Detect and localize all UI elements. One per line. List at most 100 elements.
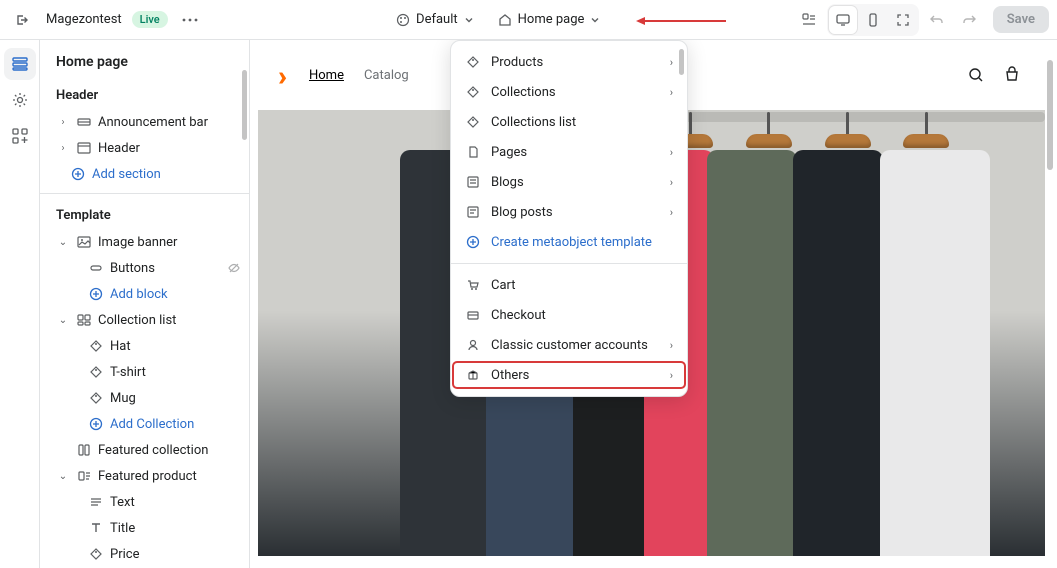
topbar: Magezontest Live Default Home page bbox=[0, 0, 1057, 40]
inspector-toggle-button[interactable] bbox=[795, 6, 823, 34]
sidebar-item-label: Buttons bbox=[110, 261, 221, 276]
undo-button[interactable] bbox=[923, 6, 951, 34]
dropdown-item-classic-customer-accounts[interactable]: Classic customer accounts › bbox=[451, 330, 687, 360]
featured-collection-icon bbox=[76, 442, 92, 458]
ellipsis-icon bbox=[182, 18, 198, 22]
sidebar-divider bbox=[40, 193, 249, 194]
add-collection-label: Add Collection bbox=[110, 417, 241, 432]
blog-icon bbox=[465, 174, 481, 190]
dropdown-item-collections-list[interactable]: Collections list bbox=[451, 107, 687, 137]
more-actions-button[interactable] bbox=[178, 8, 202, 32]
create-metaobject-template-button[interactable]: Create metaobject template bbox=[451, 227, 687, 257]
dropdown-item-label: Pages bbox=[491, 145, 660, 160]
mobile-preview-button[interactable] bbox=[859, 6, 887, 34]
dropdown-item-label: Blog posts bbox=[491, 205, 660, 220]
theme-style-dropdown[interactable]: Default bbox=[396, 12, 474, 27]
dropdown-item-blog-posts[interactable]: Blog posts › bbox=[451, 197, 687, 227]
sidebar-item-featured-product[interactable]: ⌄ Featured product bbox=[40, 463, 249, 489]
sidebar-item-text[interactable]: Text bbox=[40, 489, 249, 515]
featured-product-icon bbox=[76, 468, 92, 484]
dropdown-item-blogs[interactable]: Blogs › bbox=[451, 167, 687, 197]
sidebar-item-image-banner[interactable]: ⌄ Image banner bbox=[40, 229, 249, 255]
hero-hanger bbox=[746, 112, 792, 148]
sections-rail-button[interactable] bbox=[4, 48, 36, 80]
page-select-label: Home page bbox=[518, 12, 585, 27]
person-icon bbox=[465, 337, 481, 353]
canvas-area: ›› Home Catalog bbox=[250, 40, 1057, 568]
sidebar-item-label: T-shirt bbox=[110, 365, 241, 380]
sidebar-item-price[interactable]: Price bbox=[40, 541, 249, 567]
chevron-down-icon: ⌄ bbox=[56, 315, 70, 326]
exit-icon bbox=[14, 12, 30, 28]
exit-editor-button[interactable] bbox=[8, 6, 36, 34]
sidebar-item-announcement-bar[interactable]: › Announcement bar bbox=[40, 109, 249, 135]
sidebar-item-mug[interactable]: Mug bbox=[40, 385, 249, 411]
dropdown-item-pages[interactable]: Pages › bbox=[451, 137, 687, 167]
sidebar-item-label: Announcement bar bbox=[98, 115, 241, 130]
dropdown-item-others[interactable]: Others › bbox=[451, 360, 687, 390]
create-metaobject-label: Create metaobject template bbox=[491, 235, 673, 250]
page-select-dropdown[interactable]: Home page bbox=[498, 12, 601, 27]
hero-hanger bbox=[825, 112, 871, 148]
tag-icon bbox=[465, 84, 481, 100]
topbar-left: Magezontest Live bbox=[8, 6, 202, 34]
add-collection-button[interactable]: Add Collection bbox=[40, 411, 249, 437]
dropdown-item-cart[interactable]: Cart bbox=[451, 270, 687, 300]
add-section-button[interactable]: Add section bbox=[40, 161, 249, 187]
sidebar-item-label: Text bbox=[110, 495, 241, 510]
dropdown-item-checkout[interactable]: Checkout bbox=[451, 300, 687, 330]
chevron-right-icon: › bbox=[670, 339, 673, 352]
desktop-preview-button[interactable] bbox=[829, 6, 857, 34]
chevron-right-icon: › bbox=[670, 56, 673, 69]
preview-logo[interactable]: ›› bbox=[278, 59, 279, 92]
tag-icon bbox=[88, 338, 104, 354]
dropdown-item-label: Others bbox=[491, 368, 660, 383]
sidebar-item-buttons[interactable]: Buttons bbox=[40, 255, 249, 281]
chevron-right-icon: › bbox=[56, 117, 70, 128]
announcement-icon bbox=[76, 114, 92, 130]
dropdown-divider bbox=[451, 263, 687, 264]
sidebar-scrollbar[interactable] bbox=[242, 70, 247, 140]
image-banner-icon bbox=[76, 234, 92, 250]
tag-icon bbox=[465, 54, 481, 70]
cart-icon[interactable] bbox=[1003, 66, 1021, 84]
sidebar-item-tshirt[interactable]: T-shirt bbox=[40, 359, 249, 385]
hidden-icon bbox=[227, 261, 241, 275]
header-icon bbox=[76, 140, 92, 156]
package-icon bbox=[465, 367, 481, 383]
device-preview-group bbox=[827, 4, 919, 36]
collection-list-icon bbox=[76, 312, 92, 328]
sidebar-item-header[interactable]: › Header bbox=[40, 135, 249, 161]
hero-garment bbox=[793, 150, 883, 556]
tag-icon bbox=[465, 114, 481, 130]
sidebar-item-label: Featured product bbox=[98, 469, 241, 484]
chevron-right-icon: › bbox=[670, 176, 673, 189]
canvas-scrollbar[interactable] bbox=[1047, 60, 1053, 170]
sidebar-item-title[interactable]: Title bbox=[40, 515, 249, 541]
fullscreen-preview-button[interactable] bbox=[889, 6, 917, 34]
sidebar-item-collection-list[interactable]: ⌄ Collection list bbox=[40, 307, 249, 333]
chevron-down-icon: ⌄ bbox=[56, 237, 70, 248]
mobile-icon bbox=[865, 12, 881, 28]
redo-button[interactable] bbox=[955, 6, 983, 34]
app-embeds-rail-button[interactable] bbox=[4, 120, 36, 152]
preview-nav-home[interactable]: Home bbox=[309, 68, 344, 83]
sidebar-item-label: Image banner bbox=[98, 235, 241, 250]
undo-icon bbox=[929, 12, 945, 28]
theme-settings-rail-button[interactable] bbox=[4, 84, 36, 116]
add-block-button[interactable]: Add block bbox=[40, 281, 249, 307]
search-icon[interactable] bbox=[967, 66, 985, 84]
live-badge: Live bbox=[132, 11, 168, 28]
preview-nav-catalog[interactable]: Catalog bbox=[364, 68, 409, 83]
inspector-icon bbox=[801, 12, 817, 28]
sidebar-item-hat[interactable]: Hat bbox=[40, 333, 249, 359]
sidebar: Home page Header › Announcement bar › He… bbox=[40, 40, 250, 568]
dropdown-item-label: Cart bbox=[491, 278, 673, 293]
dropdown-item-products[interactable]: Products › bbox=[451, 47, 687, 77]
sidebar-item-label: Header bbox=[98, 141, 241, 156]
sidebar-item-label: Price bbox=[110, 547, 241, 562]
sidebar-item-featured-collection[interactable]: Featured collection bbox=[40, 437, 249, 463]
add-block-label: Add block bbox=[110, 287, 241, 302]
dropdown-item-collections[interactable]: Collections › bbox=[451, 77, 687, 107]
dropdown-item-label: Classic customer accounts bbox=[491, 338, 660, 353]
